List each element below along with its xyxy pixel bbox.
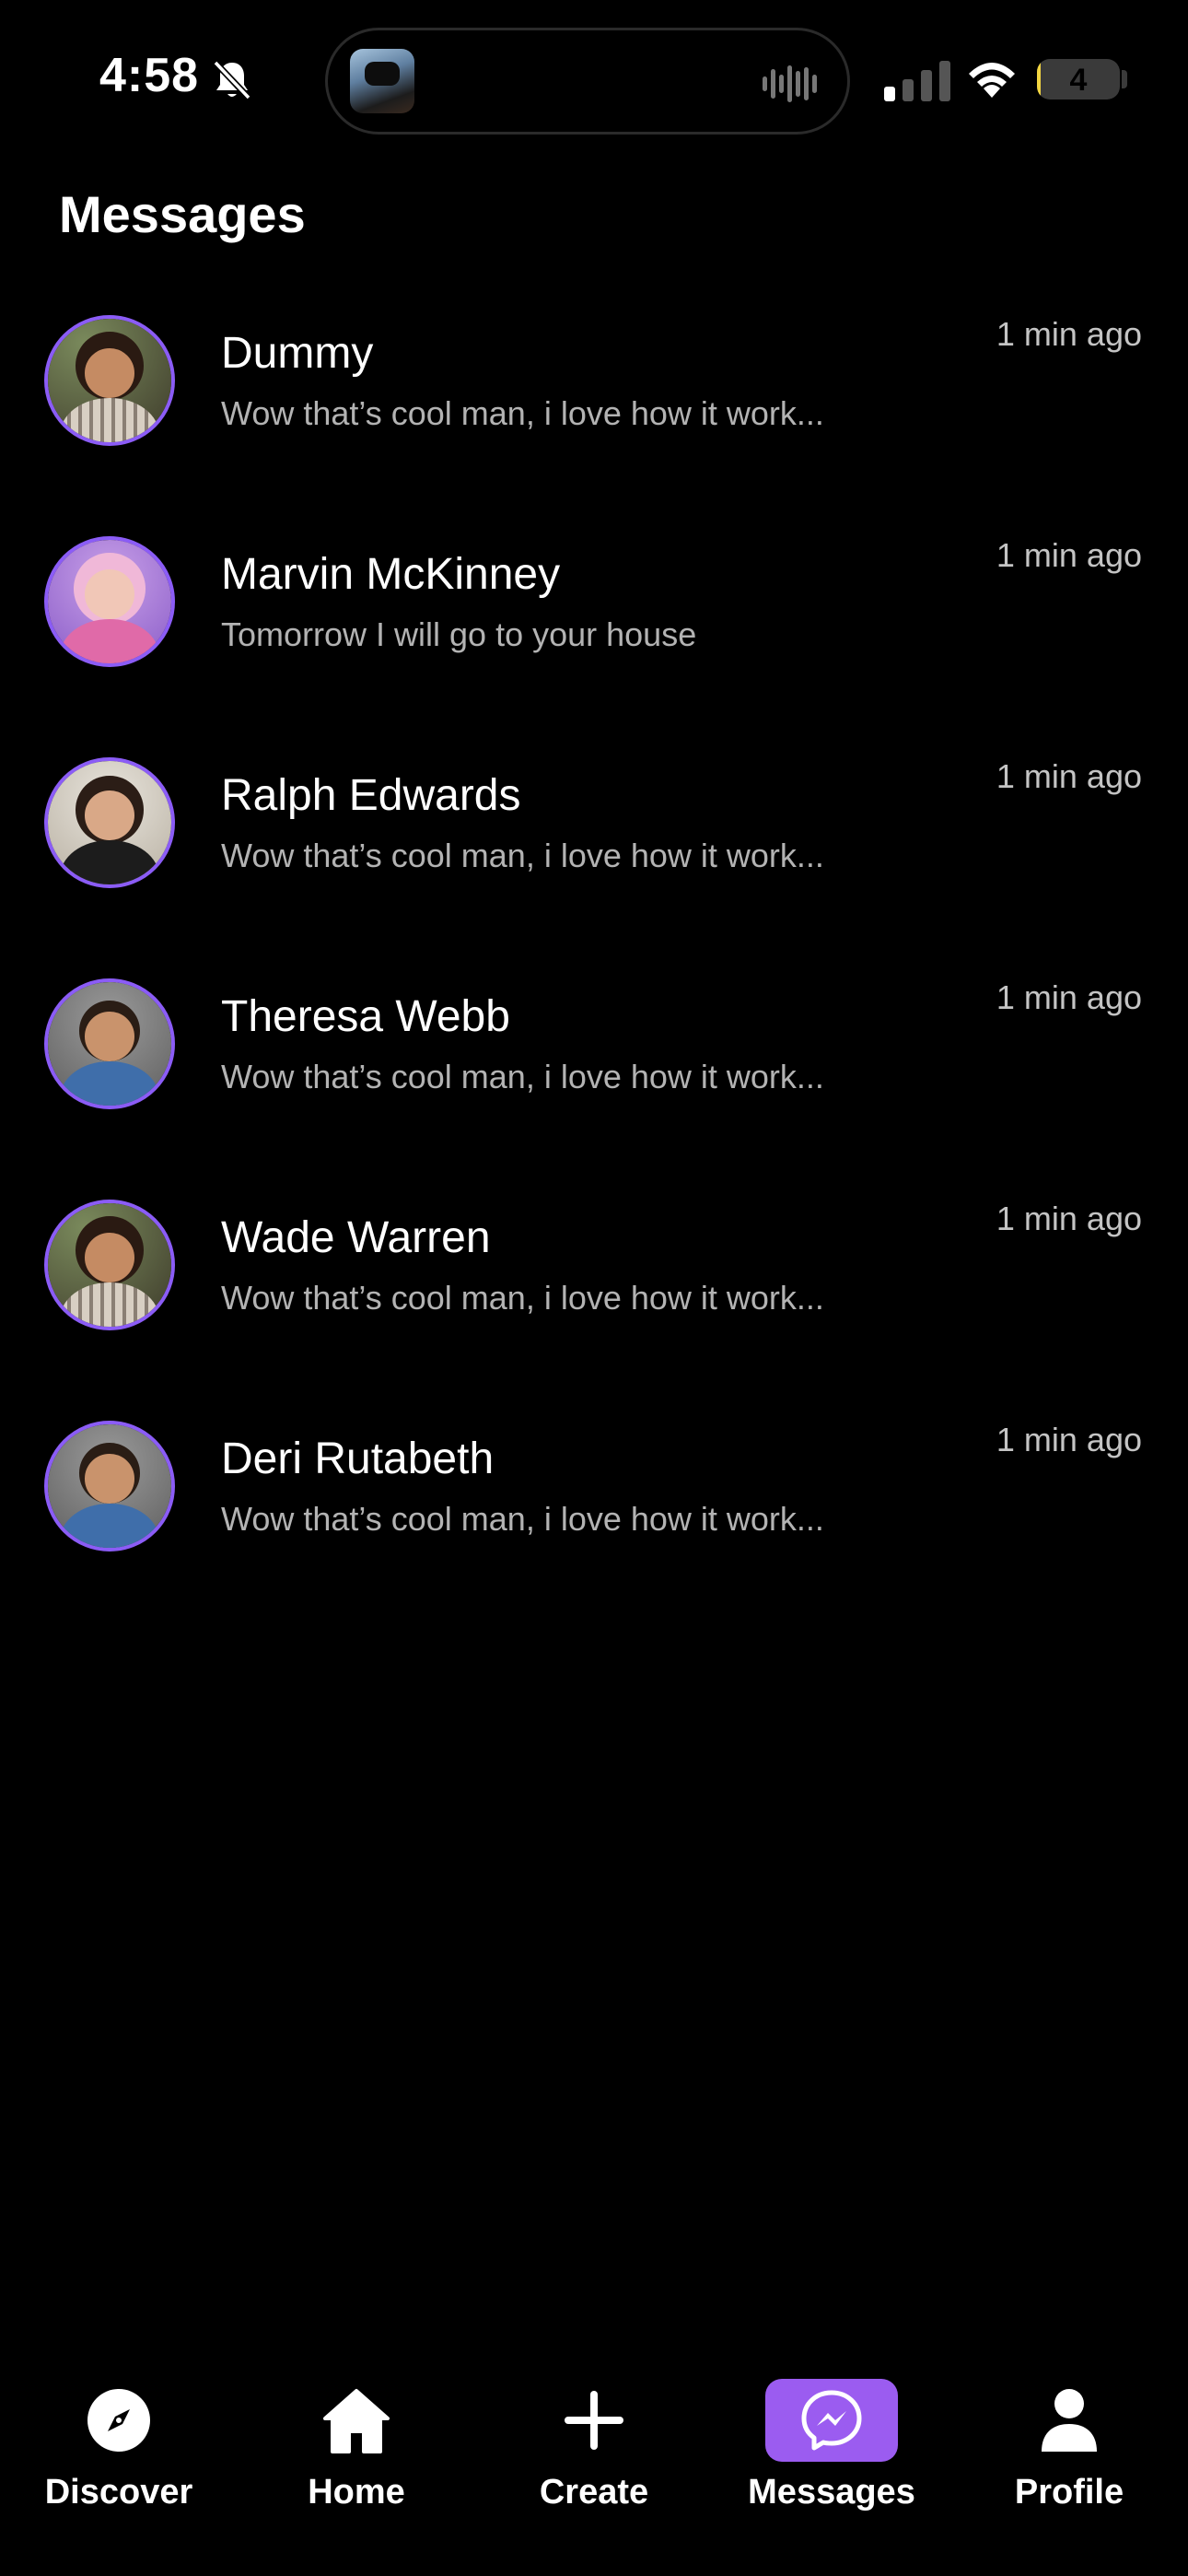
nav-profile[interactable]: Profile xyxy=(950,2359,1188,2543)
conversation-row[interactable]: Theresa Webb Wow that’s cool man, i love… xyxy=(0,967,1188,1188)
nav-label: Create xyxy=(539,2473,649,2512)
message-preview: Wow that’s cool man, i love how it work.… xyxy=(221,1058,824,1095)
messenger-icon xyxy=(801,2390,862,2451)
message-time: 1 min ago xyxy=(996,536,1142,574)
message-list: Dummy Wow that’s cool man, i love how it… xyxy=(0,304,1188,1631)
message-time: 1 min ago xyxy=(996,1200,1142,1237)
nav-label: Profile xyxy=(1014,2473,1124,2512)
nav-discover[interactable]: Discover xyxy=(0,2359,238,2543)
home-icon xyxy=(323,2389,390,2453)
battery-level: 4 xyxy=(1069,63,1088,98)
contact-name: Dummy xyxy=(221,329,374,378)
avatar[interactable] xyxy=(44,1421,175,1551)
nav-home[interactable]: Home xyxy=(238,2359,475,2543)
bell-off-icon xyxy=(213,60,251,100)
message-time: 1 min ago xyxy=(996,757,1142,795)
message-preview: Wow that’s cool man, i love how it work.… xyxy=(221,837,824,874)
compass-icon xyxy=(87,2389,150,2452)
avatar[interactable] xyxy=(44,536,175,667)
conversation-row[interactable]: Ralph Edwards Wow that’s cool man, i lov… xyxy=(0,746,1188,967)
status-bar: 4:58 4 xyxy=(0,0,1188,161)
message-time: 1 min ago xyxy=(996,1421,1142,1458)
message-preview: Wow that’s cool man, i love how it work.… xyxy=(221,1279,824,1317)
nav-icon-container xyxy=(528,2379,660,2462)
page-title: Messages xyxy=(59,185,306,243)
avatar[interactable] xyxy=(44,978,175,1109)
contact-name: Theresa Webb xyxy=(221,992,510,1041)
nav-icon-container xyxy=(290,2379,423,2462)
dynamic-island[interactable] xyxy=(325,28,850,135)
battery-nub xyxy=(1122,70,1127,88)
wifi-icon xyxy=(969,63,1015,98)
person-icon xyxy=(1042,2389,1097,2452)
avatar[interactable] xyxy=(44,315,175,446)
now-playing-thumbnail xyxy=(350,49,414,113)
contact-name: Wade Warren xyxy=(221,1213,491,1262)
conversation-row[interactable]: Marvin McKinney Tomorrow I will go to yo… xyxy=(0,525,1188,746)
conversation-row[interactable]: Deri Rutabeth Wow that’s cool man, i lov… xyxy=(0,1410,1188,1631)
conversation-row[interactable]: Wade Warren Wow that’s cool man, i love … xyxy=(0,1188,1188,1410)
nav-label: Discover xyxy=(44,2473,193,2512)
message-preview: Wow that’s cool man, i love how it work.… xyxy=(221,394,824,432)
bottom-navigation: Discover Home Create Messages Profile xyxy=(0,2359,1188,2543)
conversation-row[interactable]: Dummy Wow that’s cool man, i love how it… xyxy=(0,304,1188,525)
contact-name: Marvin McKinney xyxy=(221,550,561,599)
nav-icon-container xyxy=(1003,2379,1136,2462)
contact-name: Deri Rutabeth xyxy=(221,1434,495,1483)
audio-waveform-icon xyxy=(763,65,817,102)
battery-indicator: 4 xyxy=(1037,59,1120,100)
avatar[interactable] xyxy=(44,1200,175,1330)
nav-create[interactable]: Create xyxy=(475,2359,713,2543)
status-time: 4:58 xyxy=(99,49,200,102)
message-time: 1 min ago xyxy=(996,978,1142,1016)
nav-messages[interactable]: Messages xyxy=(713,2359,950,2543)
nav-label: Messages xyxy=(748,2473,915,2512)
message-time: 1 min ago xyxy=(996,315,1142,353)
avatar[interactable] xyxy=(44,757,175,888)
message-preview: Tomorrow I will go to your house xyxy=(221,615,697,653)
cellular-signal-icon xyxy=(884,61,950,101)
nav-label: Home xyxy=(308,2473,405,2512)
message-preview: Wow that’s cool man, i love how it work.… xyxy=(221,1500,824,1538)
plus-icon xyxy=(565,2391,623,2450)
nav-icon-container xyxy=(52,2379,185,2462)
nav-icon-container xyxy=(765,2379,898,2462)
contact-name: Ralph Edwards xyxy=(221,771,521,820)
